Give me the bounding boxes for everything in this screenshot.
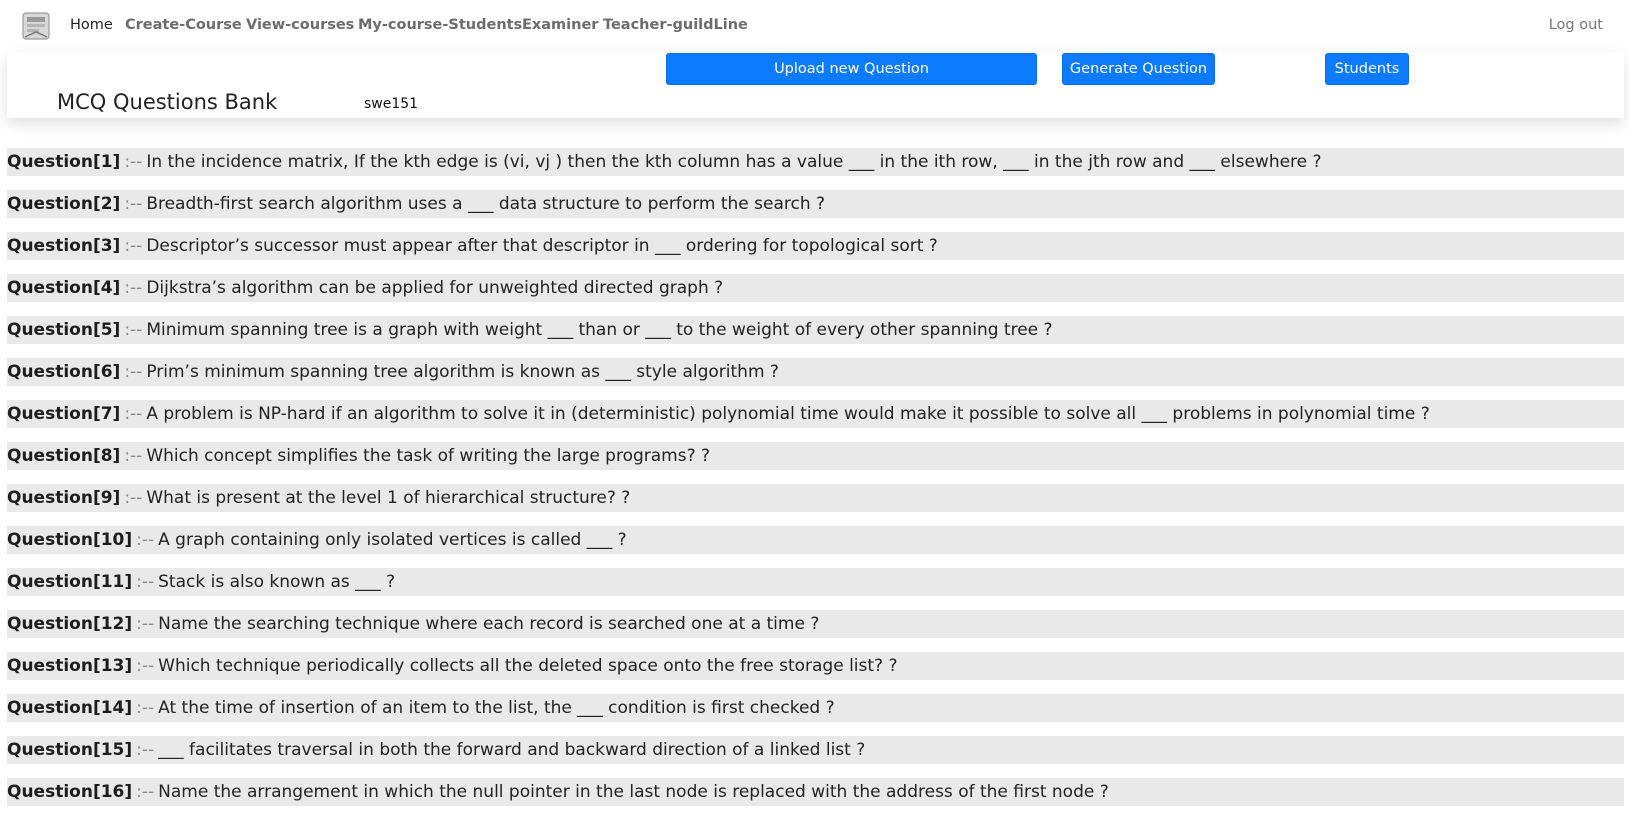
question-separator: :--	[124, 488, 143, 508]
question-label: Question[4]	[7, 278, 121, 298]
question-text: Which technique periodically collects al…	[158, 656, 898, 676]
logo-icon[interactable]	[21, 10, 51, 42]
question-separator: :--	[136, 614, 155, 634]
nav-my-course-students[interactable]: My-course-Students	[358, 17, 522, 33]
question-label: Question[2]	[7, 194, 121, 214]
question-text: Prim’s minimum spanning tree algorithm i…	[146, 362, 779, 382]
question-text: A problem is NP-hard if an algorithm to …	[146, 404, 1430, 424]
question-text: In the incidence matrix, If the kth edge…	[146, 152, 1322, 172]
question-label: Question[8]	[7, 446, 121, 466]
question-label: Question[16]	[7, 782, 133, 802]
question-separator: :--	[124, 278, 143, 298]
question-text: Dijkstra’s algorithm can be applied for …	[146, 278, 724, 298]
question-separator: :--	[124, 236, 143, 256]
question-label: Question[5]	[7, 320, 121, 340]
question-label: Question[14]	[7, 698, 133, 718]
question-text: Which concept simplifies the task of wri…	[146, 446, 711, 466]
question-row: Question[6]:-- Prim’s minimum spanning tr…	[7, 358, 1624, 386]
nav-home[interactable]: Home	[70, 17, 113, 33]
question-label: Question[6]	[7, 362, 121, 382]
question-text: ___ facilitates traversal in both the fo…	[158, 740, 866, 760]
question-label: Question[12]	[7, 614, 133, 634]
nav-view-courses[interactable]: View-courses	[246, 17, 354, 33]
question-separator: :--	[136, 698, 155, 718]
question-label: Question[9]	[7, 488, 121, 508]
students-button[interactable]: Students	[1325, 53, 1409, 85]
question-label: Question[1]	[7, 152, 121, 172]
question-row: Question[4]:-- Dijkstra’s algorithm can b…	[7, 274, 1624, 302]
question-text: A graph containing only isolated vertice…	[158, 530, 627, 550]
question-separator: :--	[136, 572, 155, 592]
nav-create-course[interactable]: Create-Course	[125, 17, 242, 33]
question-label: Question[7]	[7, 404, 121, 424]
question-separator: :--	[124, 362, 143, 382]
nav-examiner[interactable]: Examiner	[522, 17, 598, 33]
logout-link[interactable]: Log out	[1549, 17, 1603, 33]
question-label: Question[10]	[7, 530, 133, 550]
question-separator: :--	[124, 320, 143, 340]
question-label: Question[11]	[7, 572, 133, 592]
page-title: MCQ Questions Bank	[57, 90, 278, 114]
question-row: Question[14]:-- At the time of insertion …	[7, 694, 1624, 722]
question-separator: :--	[136, 656, 155, 676]
question-text: Name the searching technique where each …	[158, 614, 820, 634]
question-text: Descriptor’s successor must appear after…	[146, 236, 938, 256]
course-code: swe151	[364, 96, 419, 112]
question-row: Question[10]:-- A graph containing only i…	[7, 526, 1624, 554]
question-text: Name the arrangement in which the null p…	[158, 782, 1109, 802]
question-row: Question[3]:-- Descriptor’s successor mus…	[7, 232, 1624, 260]
question-separator: :--	[124, 152, 143, 172]
question-separator: :--	[136, 530, 155, 550]
question-text: Breadth-first search algorithm uses a __…	[146, 194, 826, 214]
question-separator: :--	[136, 740, 155, 760]
question-separator: :--	[124, 194, 143, 214]
question-row: Question[5]:-- Minimum spanning tree is a…	[7, 316, 1624, 344]
question-row: Question[13]:-- Which technique periodica…	[7, 652, 1624, 680]
question-label: Question[13]	[7, 656, 133, 676]
question-row: Question[15]:-- ___ facilitates traversal…	[7, 736, 1624, 764]
question-row: Question[11]:-- Stack is also known as __…	[7, 568, 1624, 596]
question-text: Stack is also known as ___ ?	[158, 572, 396, 592]
question-row: Question[12]:-- Name the searching techni…	[7, 610, 1624, 638]
nav-teacher-guideline[interactable]: Teacher-guildLine	[603, 17, 748, 33]
question-row: Question[9]:-- What is present at the lev…	[7, 484, 1624, 512]
question-text: At the time of insertion of an item to t…	[158, 698, 835, 718]
question-row: Question[2]:-- Breadth-first search algor…	[7, 190, 1624, 218]
question-label: Question[15]	[7, 740, 133, 760]
top-navbar: Home Create-Course View-courses My-cours…	[0, 0, 1629, 52]
question-text: What is present at the level 1 of hierar…	[146, 488, 631, 508]
question-row: Question[8]:-- Which concept simplifies t…	[7, 442, 1624, 470]
question-separator: :--	[124, 446, 143, 466]
question-label: Question[3]	[7, 236, 121, 256]
question-row: Question[16]:-- Name the arrangement in w…	[7, 778, 1624, 806]
question-separator: :--	[124, 404, 143, 424]
header-card: MCQ Questions Bank swe151 Upload new Que…	[7, 52, 1624, 118]
upload-question-button[interactable]: Upload new Question	[666, 53, 1037, 85]
question-row: Question[1]:-- In the incidence matrix, I…	[7, 148, 1624, 176]
question-row: Question[7]:-- A problem is NP-hard if an…	[7, 400, 1624, 428]
question-list: Question[1]:-- In the incidence matrix, I…	[7, 148, 1624, 820]
generate-question-button[interactable]: Generate Question	[1062, 53, 1215, 85]
question-text: Minimum spanning tree is a graph with we…	[146, 320, 1053, 340]
question-separator: :--	[136, 782, 155, 802]
